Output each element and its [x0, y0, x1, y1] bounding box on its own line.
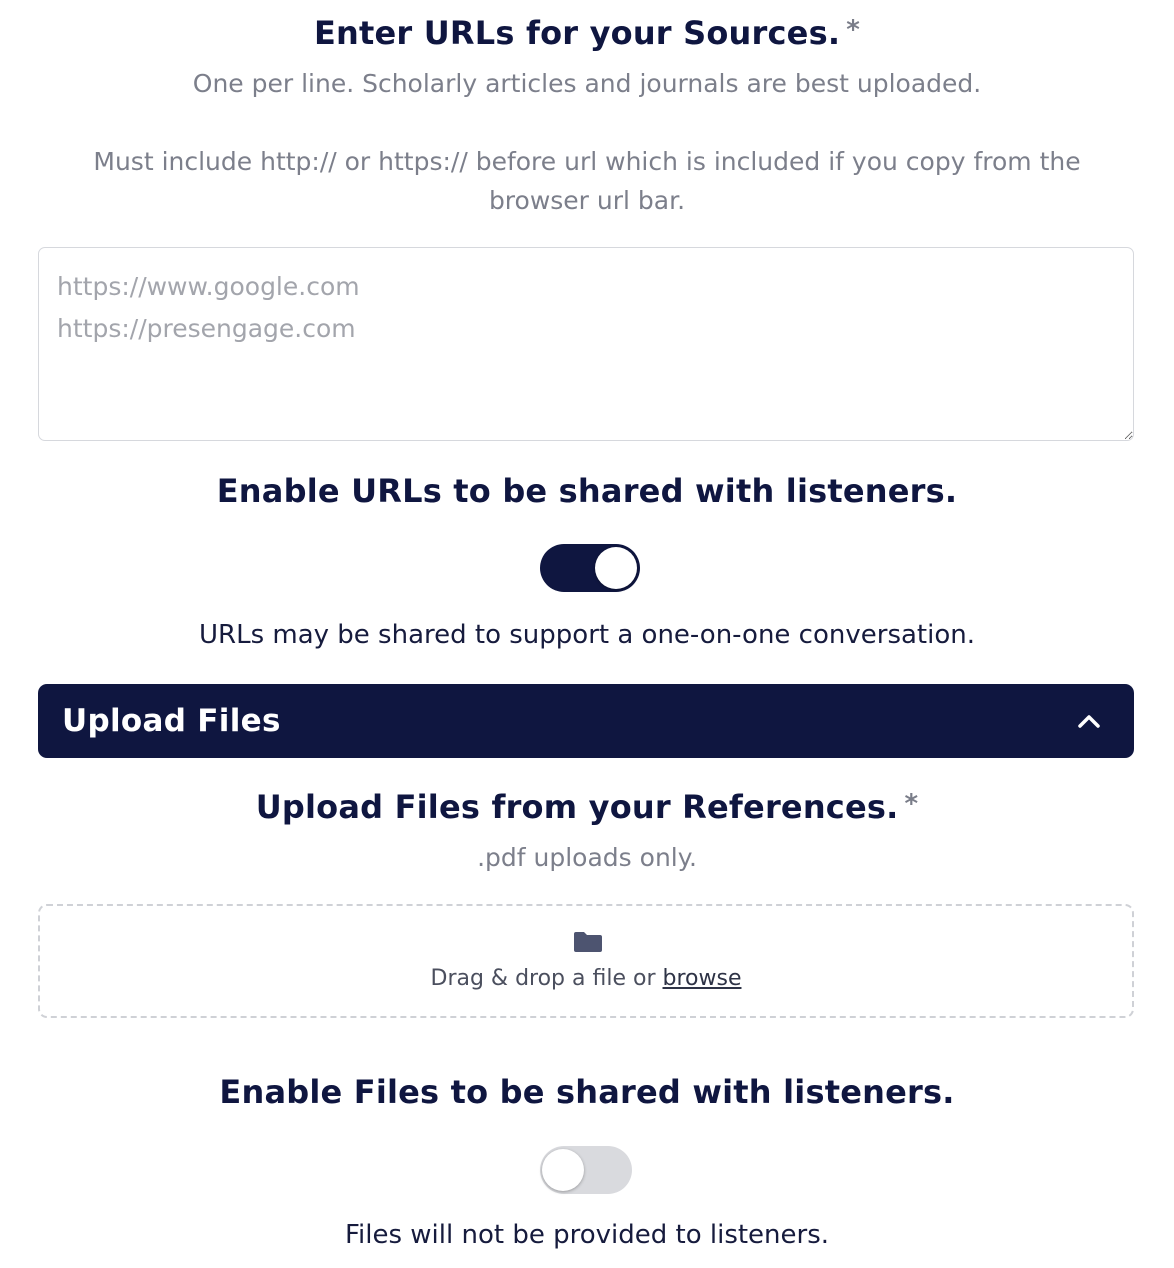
urls-sharing-description: URLs may be shared to support a one-on-o…: [198, 620, 975, 650]
upload-files-header-title: Upload Files: [62, 703, 281, 739]
urls-section-subtitle: One per line. Scholarly articles and jou…: [192, 69, 982, 98]
urls-section-title: Enter URLs for your Sources. *: [0, 14, 1174, 52]
required-marker: *: [904, 789, 919, 819]
urls-section-title-text: Enter URLs for your Sources.: [313, 14, 841, 52]
urls-textarea[interactable]: [38, 247, 1134, 441]
files-sharing-title: Enable Files to be shared with listeners…: [219, 1073, 955, 1111]
urls-sharing-toggle[interactable]: [540, 544, 640, 592]
files-sharing-toggle[interactable]: [540, 1146, 632, 1194]
dropzone-instruction: Drag & drop a file or: [430, 966, 656, 991]
files-sharing-description: Files will not be provided to listeners.: [344, 1220, 830, 1250]
toggle-knob: [595, 547, 637, 589]
sources-form: Enter URLs for your Sources. * One per li…: [0, 0, 1174, 1268]
dropzone-text: Drag & drop a file or browse: [40, 966, 1132, 991]
upload-files-title-text: Upload Files from your References.: [255, 788, 899, 826]
chevron-up-icon[interactable]: [1076, 708, 1102, 734]
upload-files-accordion-header[interactable]: Upload Files: [38, 684, 1134, 758]
upload-files-subtitle: .pdf uploads only.: [477, 843, 697, 872]
required-marker: *: [846, 15, 860, 45]
urls-sharing-title: Enable URLs to be shared with listeners.: [216, 472, 958, 510]
upload-files-title: Upload Files from your References. *: [0, 788, 1174, 826]
browse-link[interactable]: browse: [663, 966, 742, 991]
toggle-knob: [542, 1149, 584, 1191]
folder-icon: [572, 930, 604, 954]
urls-section-hint: Must include http:// or https:// before …: [93, 147, 1081, 215]
file-dropzone[interactable]: Drag & drop a file or browse: [38, 904, 1134, 1018]
